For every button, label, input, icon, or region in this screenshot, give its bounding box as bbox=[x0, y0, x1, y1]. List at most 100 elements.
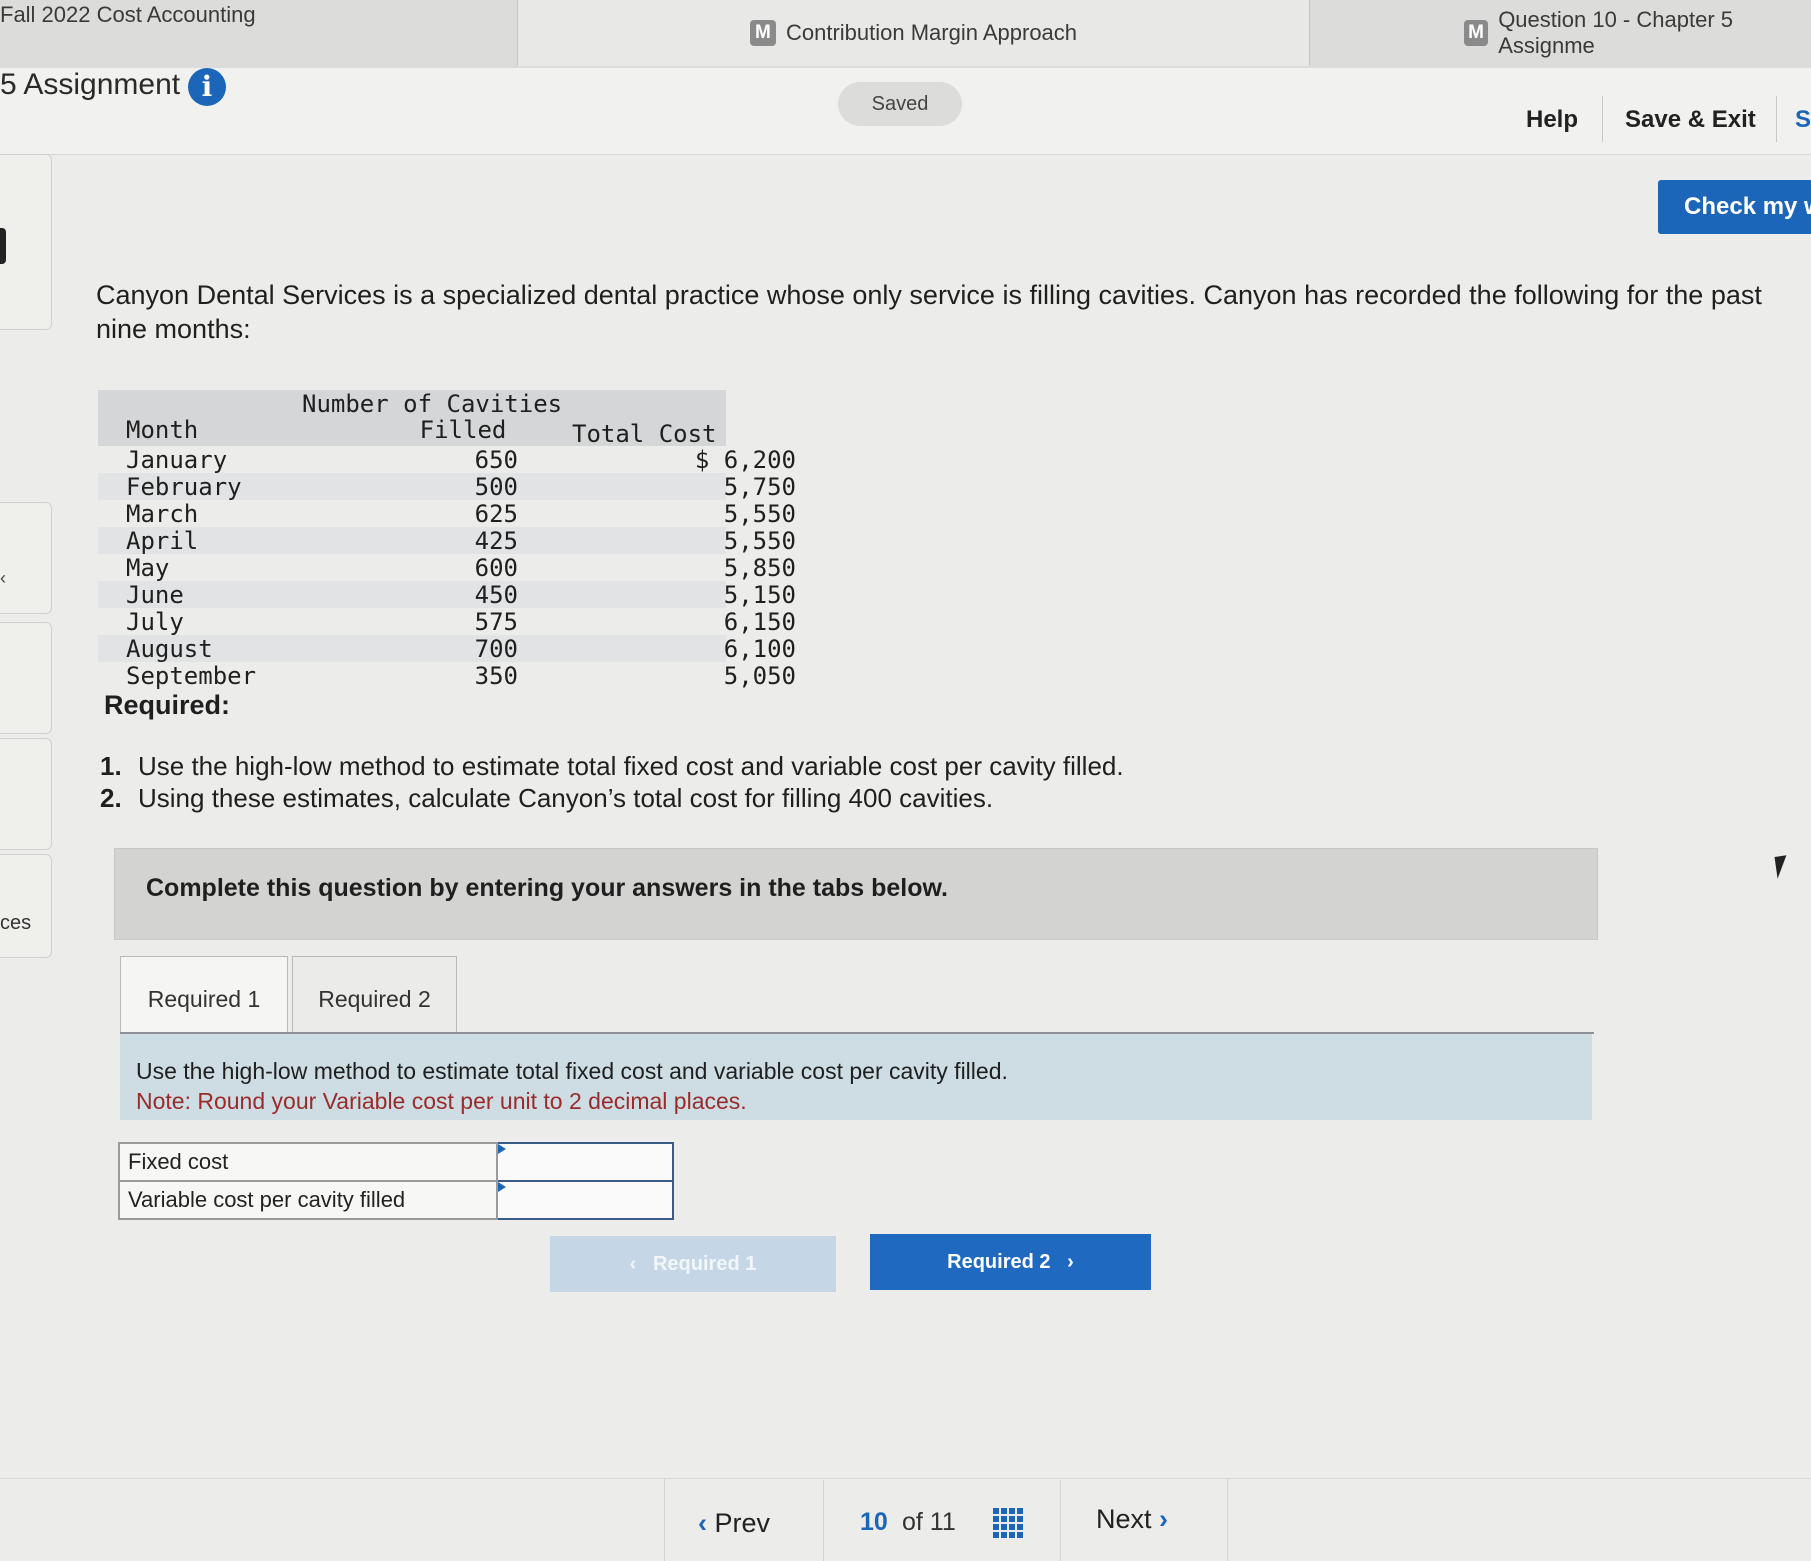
item-text: Use the high-low method to estimate tota… bbox=[138, 751, 1124, 781]
table-row: February 500 5,750 bbox=[98, 473, 796, 501]
sidebar-card[interactable] bbox=[0, 502, 52, 614]
cell-month: February bbox=[126, 473, 242, 501]
cell-month: September bbox=[126, 662, 257, 690]
browser-tab-label: Question 10 - Chapter 5 Assignme bbox=[1498, 7, 1733, 58]
header-total-cost: Total Cost bbox=[572, 420, 717, 448]
fixed-cost-input[interactable] bbox=[496, 1142, 674, 1182]
header-month: Month bbox=[126, 416, 199, 444]
cell-cavities: 650 bbox=[474, 446, 518, 474]
header-cavities-line1: Number of Cavities bbox=[302, 390, 563, 418]
header-divider bbox=[1602, 96, 1603, 142]
sidebar-indicator bbox=[0, 228, 6, 264]
prev-label: Prev bbox=[714, 1508, 771, 1538]
cell-cost: 5,850 bbox=[723, 554, 796, 582]
next-label: Next bbox=[1096, 1504, 1152, 1534]
help-button[interactable]: Help bbox=[1526, 106, 1578, 134]
save-exit-button[interactable]: Save & Exit bbox=[1625, 106, 1756, 134]
sidebar-card[interactable] bbox=[0, 622, 52, 734]
cell-cost: $ 6,200 bbox=[694, 446, 796, 474]
browser-tab-course[interactable]: Fall 2022 Cost Accounting bbox=[0, 0, 518, 66]
check-my-work-button[interactable]: Check my w bbox=[1658, 180, 1811, 234]
cell-cavities: 350 bbox=[474, 662, 518, 690]
sidebar-card[interactable] bbox=[0, 738, 52, 850]
cell-month: June bbox=[126, 581, 184, 609]
cost-data-table: Number of Cavities Month Filled Total Co… bbox=[98, 390, 796, 690]
cell-cavities: 425 bbox=[474, 527, 518, 555]
chevron-left-icon[interactable]: ‹ bbox=[0, 568, 6, 589]
next-question-button[interactable]: Next › bbox=[1096, 1504, 1168, 1535]
variable-cost-input[interactable] bbox=[496, 1180, 674, 1220]
cell-cavities: 625 bbox=[474, 500, 518, 528]
m-logo-icon: M bbox=[1464, 20, 1489, 46]
pagination-divider bbox=[1060, 1480, 1061, 1561]
required1-instructions: Use the high-low method to estimate tota… bbox=[120, 1034, 1592, 1120]
chevron-right-icon: › bbox=[1151, 1504, 1169, 1534]
table-row: June 450 5,150 bbox=[98, 581, 796, 609]
submit-button[interactable]: S bbox=[1795, 106, 1811, 134]
answer-table: Fixed cost Variable cost per cavity fill… bbox=[117, 1142, 674, 1220]
header-cavities-line2: Filled bbox=[419, 416, 507, 444]
cell-cost: 6,100 bbox=[723, 635, 796, 663]
cell-cost: 6,150 bbox=[723, 608, 796, 636]
required-heading: Required: bbox=[104, 690, 231, 720]
instruction-text: Use the high-low method to estimate tota… bbox=[136, 1058, 1008, 1084]
table-row: Fixed cost bbox=[117, 1142, 674, 1182]
cell-month: April bbox=[126, 527, 199, 555]
next-button-label: Required 2 bbox=[947, 1251, 1051, 1273]
info-icon[interactable]: i bbox=[188, 68, 226, 106]
table-row: May 600 5,850 bbox=[98, 554, 796, 582]
item-number: 2. bbox=[100, 783, 122, 813]
browser-tab-label: Contribution Margin Approach bbox=[785, 20, 1078, 45]
table-row: March 625 5,550 bbox=[98, 500, 796, 528]
variable-cost-label: Variable cost per cavity filled bbox=[117, 1180, 499, 1220]
chevron-right-icon: › bbox=[1050, 1251, 1074, 1273]
saved-status-badge: Saved bbox=[838, 82, 962, 126]
browser-tab-question[interactable]: M Question 10 - Chapter 5 Assignme bbox=[1460, 0, 1811, 66]
item-number: 1. bbox=[100, 751, 122, 781]
table-row: September 350 5,050 bbox=[98, 662, 796, 690]
cell-cavities: 600 bbox=[474, 554, 518, 582]
table-row: January 650 $ 6,200 bbox=[98, 446, 796, 474]
browser-tab-contribution-margin[interactable]: M Contribution Margin Approach bbox=[518, 0, 1310, 66]
cell-cavities: 575 bbox=[474, 608, 518, 636]
header-divider bbox=[1776, 96, 1777, 142]
cell-month: August bbox=[126, 635, 213, 663]
grid-icon[interactable] bbox=[993, 1508, 1023, 1538]
tab-required-2[interactable]: Required 2 bbox=[292, 956, 457, 1040]
rounding-note: Note: Round your Variable cost per unit … bbox=[136, 1088, 747, 1114]
cell-cost: 5,550 bbox=[723, 527, 796, 555]
next-required-button[interactable]: Required 2 › bbox=[870, 1234, 1151, 1290]
table-row: July 575 6,150 bbox=[98, 608, 796, 636]
table-row: Variable cost per cavity filled bbox=[117, 1180, 674, 1220]
tab-required-1[interactable]: Required 1 bbox=[120, 956, 288, 1040]
m-logo-icon: M bbox=[749, 20, 776, 46]
list-item: 2. Using these estimates, calculate Canyo… bbox=[100, 782, 1124, 814]
table-header: Number of Cavities Month Filled Total Co… bbox=[98, 390, 726, 448]
cell-cavities: 500 bbox=[474, 473, 518, 501]
requirements-list: 1. Use the high-low method to estimate to… bbox=[100, 750, 1124, 814]
item-text: Using these estimates, calculate Canyon’… bbox=[138, 783, 994, 813]
cell-month: January bbox=[126, 446, 228, 474]
pagination-divider bbox=[823, 1480, 824, 1561]
cell-cost: 5,550 bbox=[723, 500, 796, 528]
table-row: August 700 6,100 bbox=[98, 635, 796, 663]
sidebar-references-label: ces bbox=[0, 912, 32, 934]
cell-cavities: 700 bbox=[474, 635, 518, 663]
table-row: April 425 5,550 bbox=[98, 527, 796, 555]
previous-required-button[interactable]: ‹ Required 1 bbox=[550, 1236, 836, 1292]
cell-cost: 5,750 bbox=[723, 473, 796, 501]
chevron-left-icon: ‹ bbox=[629, 1253, 653, 1275]
assignment-title: 5 Assignment bbox=[0, 68, 181, 101]
sidebar-card-references[interactable] bbox=[0, 854, 52, 958]
cell-month: March bbox=[126, 500, 199, 528]
sidebar-card[interactable] bbox=[0, 154, 52, 330]
cell-month: July bbox=[126, 608, 184, 636]
question-intro: Canyon Dental Services is a specialized … bbox=[96, 280, 1762, 344]
browser-tab-label: Fall 2022 Cost Accounting bbox=[0, 2, 256, 27]
prev-question-button[interactable]: ‹ Prev bbox=[698, 1508, 770, 1539]
mouse-cursor-icon bbox=[1774, 855, 1790, 879]
instructions-text: Complete this question by entering your … bbox=[146, 874, 948, 902]
cell-cost: 5,150 bbox=[723, 581, 796, 609]
prev-button-label: Required 1 bbox=[652, 1253, 757, 1275]
fixed-cost-label: Fixed cost bbox=[117, 1142, 499, 1182]
